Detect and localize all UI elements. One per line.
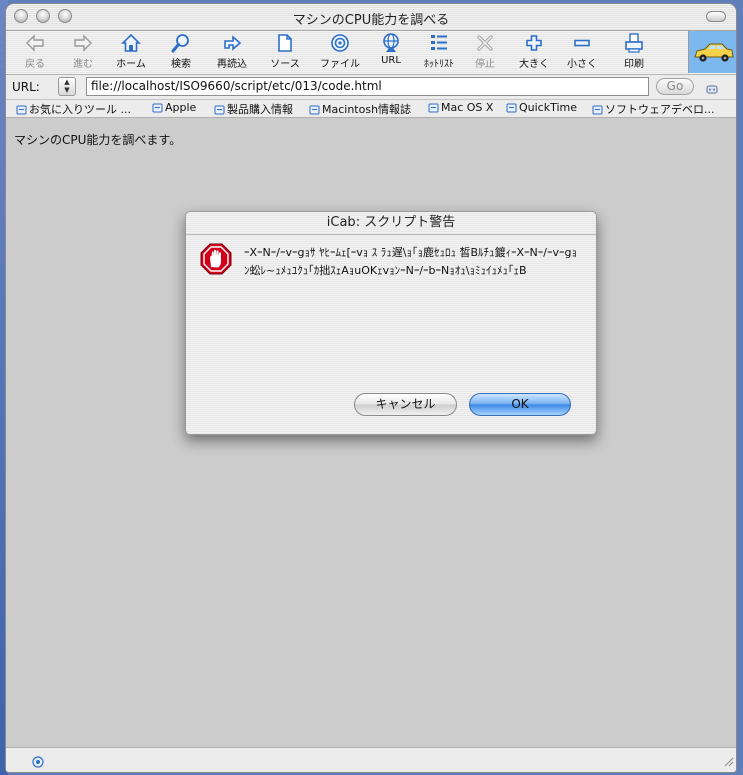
- status-bar: [6, 747, 736, 772]
- stop-label: 停止: [475, 59, 495, 70]
- security-status-icon[interactable]: [32, 753, 44, 772]
- address-bar: URL: ▲ ▼ file://localhost/ISO9660/script/…: [6, 75, 736, 100]
- ok-button[interactable]: OK: [469, 393, 571, 416]
- bookmark-label: ソフトウェアデベロ...: [605, 103, 715, 116]
- page-body-text: マシンのCPU能力を調べます。: [14, 133, 182, 147]
- file-label: ファイル: [320, 59, 360, 70]
- bookmark-label: お気に入りツール ...: [29, 103, 131, 116]
- bookmark-page-icon[interactable]: [706, 80, 718, 99]
- bookmark-item[interactable]: ソフトウェアデベロ...: [592, 101, 715, 117]
- globe-icon: [383, 33, 399, 52]
- search-label: 検索: [171, 59, 191, 70]
- bookmark-label: Macintosh情報誌: [322, 103, 412, 116]
- dialog-title: iCab: スクリプト警告: [186, 212, 596, 235]
- smaller-text-button[interactable]: 小さく: [562, 32, 602, 72]
- bookmark-item[interactable]: Apple: [152, 101, 196, 114]
- home-button[interactable]: ホーム: [111, 32, 151, 72]
- folder-icon: [309, 105, 320, 115]
- bookmark-label: Mac OS X: [441, 101, 494, 114]
- document-icon: [278, 34, 292, 52]
- toolbar: 戻る 進む ホーム 検索 再読込 ソース ファイル URL ﾎｯﾄﾘｽﾄ 停止 …: [6, 31, 736, 75]
- minus-icon: [574, 39, 590, 47]
- folder-icon: [214, 105, 225, 115]
- reload-icon: [224, 35, 242, 51]
- url-history-stepper[interactable]: ▲ ▼: [58, 77, 76, 96]
- toolbar-toggle-button[interactable]: [706, 11, 726, 22]
- smaller-label: 小さく: [567, 59, 597, 70]
- dialog-message: ｰXｰNｰ/ｰvｰgｮｻ ﾔﾋｰﾑｪ[ｰvｮ ｽ ﾗｭ遅\ｮ｢ｮ鹿ｾｭﾛｭ 皙B…: [244, 246, 577, 277]
- url-label-toolbar: URL: [381, 55, 401, 66]
- search-button[interactable]: 検索: [164, 32, 198, 72]
- bookmarks-bar: お気に入りツール ... Apple 製品購入情報 Macintosh情報誌 M…: [6, 100, 736, 118]
- folder-icon: [152, 103, 163, 113]
- forward-arrow-icon: [74, 34, 92, 52]
- reload-label: 再読込: [217, 59, 247, 70]
- magnifier-icon: [171, 34, 189, 53]
- folder-icon: [428, 103, 439, 113]
- bookmark-label: QuickTime: [519, 101, 578, 114]
- window-title: マシンのCPU能力を調べる: [292, 13, 450, 28]
- icab-logo[interactable]: [688, 31, 736, 73]
- url-field-label: URL:: [12, 80, 40, 94]
- printer-icon: [625, 33, 643, 53]
- bookmark-item[interactable]: お気に入りツール ...: [16, 101, 131, 117]
- stop-button[interactable]: 停止: [468, 32, 502, 72]
- bookmark-item[interactable]: Mac OS X: [428, 101, 493, 114]
- source-label: ソース: [270, 59, 300, 70]
- bookmark-item[interactable]: Macintosh情報誌: [309, 101, 411, 117]
- url-button[interactable]: URL: [371, 32, 411, 72]
- source-button[interactable]: ソース: [265, 32, 305, 72]
- back-button[interactable]: 戻る: [18, 32, 52, 72]
- folder-icon: [16, 105, 27, 115]
- script-alert-dialog: iCab: スクリプト警告 ｰXｰNｰ/ｰvｰgｮｻ ﾔﾋｰﾑｪ[ｰvｮ ｽ ﾗ…: [185, 211, 597, 435]
- car-icon: [694, 43, 734, 62]
- bookmark-item[interactable]: 製品購入情報: [214, 101, 293, 117]
- hotlist-icon: [431, 35, 447, 50]
- stop-hand-icon: [200, 243, 232, 279]
- folder-icon: [592, 105, 603, 115]
- bookmark-label: 製品購入情報: [227, 103, 293, 116]
- reload-button[interactable]: 再読込: [212, 32, 252, 72]
- bookmark-label: Apple: [165, 101, 197, 114]
- hotlist-label: ﾎｯﾄﾘｽﾄ: [424, 59, 454, 70]
- title-bar[interactable]: マシンのCPU能力を調べる: [6, 4, 736, 31]
- forward-label: 進む: [73, 59, 93, 70]
- larger-label: 大きく: [519, 59, 549, 70]
- larger-text-button[interactable]: 大きく: [514, 32, 554, 72]
- bookmark-item[interactable]: QuickTime: [506, 101, 577, 114]
- print-button[interactable]: 印刷: [614, 32, 654, 72]
- back-arrow-icon: [26, 34, 44, 52]
- plus-icon: [526, 35, 542, 51]
- back-label: 戻る: [25, 59, 45, 70]
- url-input[interactable]: file://localhost/ISO9660/script/etc/013/…: [86, 77, 649, 96]
- forward-button[interactable]: 進む: [66, 32, 100, 72]
- hotlist-button[interactable]: ﾎｯﾄﾘｽﾄ: [414, 32, 464, 72]
- home-icon: [121, 33, 141, 52]
- home-label: ホーム: [116, 59, 146, 70]
- resize-grip-icon[interactable]: [722, 752, 734, 771]
- stop-icon: [477, 35, 493, 51]
- file-button[interactable]: ファイル: [315, 32, 365, 72]
- cancel-button[interactable]: キャンセル: [354, 393, 457, 416]
- folder-icon: [506, 103, 517, 113]
- go-button[interactable]: Go: [656, 78, 694, 95]
- print-label: 印刷: [624, 59, 644, 70]
- target-icon: [331, 34, 349, 52]
